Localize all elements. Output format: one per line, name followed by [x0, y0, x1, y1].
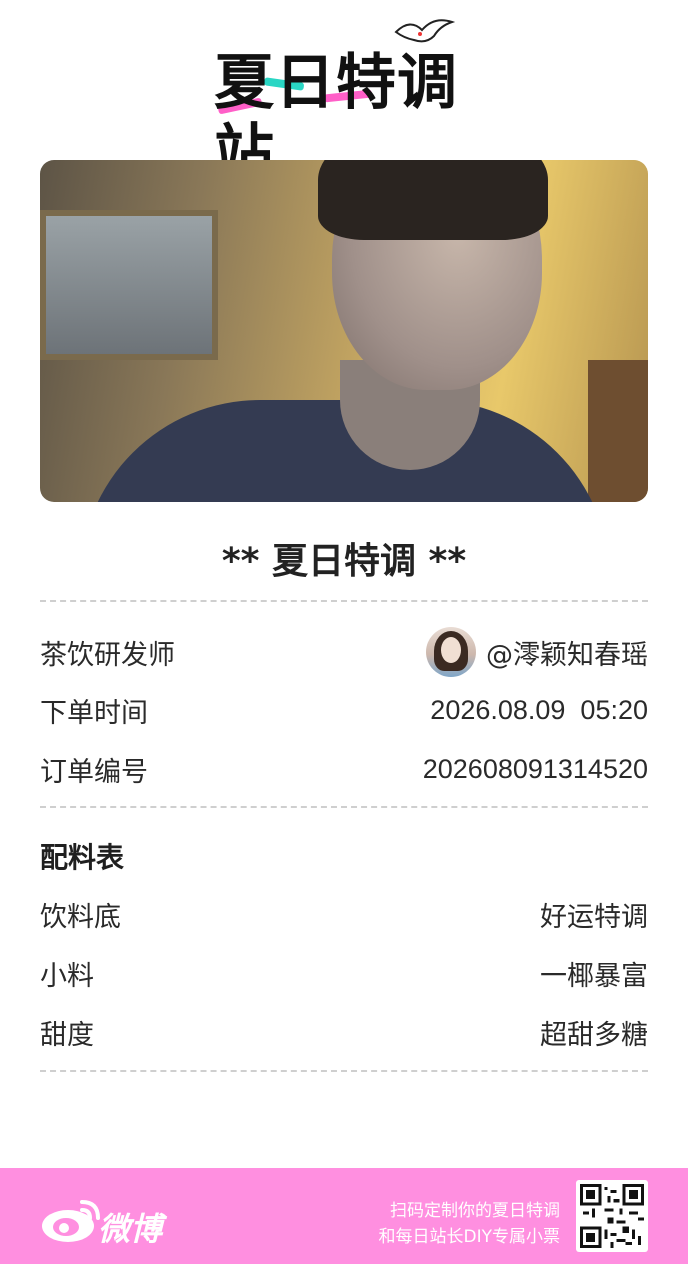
- footer-line-1: 扫码定制你的夏日特调: [390, 1201, 560, 1221]
- recipe-item-label: 饮料底: [40, 901, 121, 933]
- photo-background-frame: [40, 210, 218, 360]
- footer: 微博 扫码定制你的夏日特调 和每日站长DIY专属小票: [0, 1168, 688, 1264]
- photo-background-shelf: [588, 360, 648, 502]
- recipe-item-label: 甜度: [40, 1019, 94, 1051]
- recipe-item: 饮料底 好运特调: [40, 894, 648, 934]
- profile-photo: [40, 160, 648, 502]
- recipe-item: 小料 一椰暴富: [40, 953, 648, 993]
- bird-icon: [394, 19, 456, 43]
- recipe-item-value: 超甜多糖: [540, 1019, 648, 1051]
- recipe-item-value: 好运特调: [540, 901, 648, 933]
- order-time-row: 下单时间 2026.08.09 05:20: [40, 690, 648, 730]
- avatar[interactable]: [426, 627, 476, 677]
- recipe-item: 甜度 超甜多糖: [40, 1012, 648, 1052]
- divider: [40, 1070, 648, 1072]
- order-number-value: 202608091314520: [422, 753, 648, 784]
- divider: [40, 806, 648, 808]
- receipt-page: 夏日特调站 ** 夏日特调 ** 茶饮研发师 @澪颖知春瑶 下单时间 2026.…: [0, 0, 688, 1264]
- developer-label: 茶饮研发师: [40, 639, 175, 671]
- photo-subject-hair: [318, 160, 548, 240]
- qr-code-icon: [580, 1184, 644, 1248]
- recipe-item-value: 一椰暴富: [540, 960, 648, 992]
- recipe-item-label: 小料: [40, 960, 94, 992]
- developer-name[interactable]: @澪颖知春瑶: [486, 633, 648, 672]
- weibo-brand[interactable]: 微博: [98, 1204, 162, 1250]
- developer-info[interactable]: @澪颖知春瑶: [426, 627, 648, 677]
- order-time-label: 下单时间: [40, 697, 148, 729]
- footer-line-2: 和每日站长DIY专属小票: [378, 1227, 561, 1247]
- divider: [40, 600, 648, 602]
- developer-row: 茶饮研发师 @澪颖知春瑶: [40, 627, 648, 677]
- logo: 夏日特调站: [200, 14, 490, 188]
- order-number-row: 订单编号 202608091314520: [40, 749, 648, 789]
- recipe-title: 配料表: [40, 841, 125, 874]
- order-time-value: 2026.08.09 05:20: [430, 694, 648, 725]
- order-number-label: 订单编号: [40, 756, 148, 788]
- receipt-title: ** 夏日特调 **: [221, 541, 467, 582]
- qr-code[interactable]: [576, 1180, 648, 1252]
- footer-promo: 扫码定制你的夏日特调 和每日站长DIY专属小票: [379, 1198, 561, 1250]
